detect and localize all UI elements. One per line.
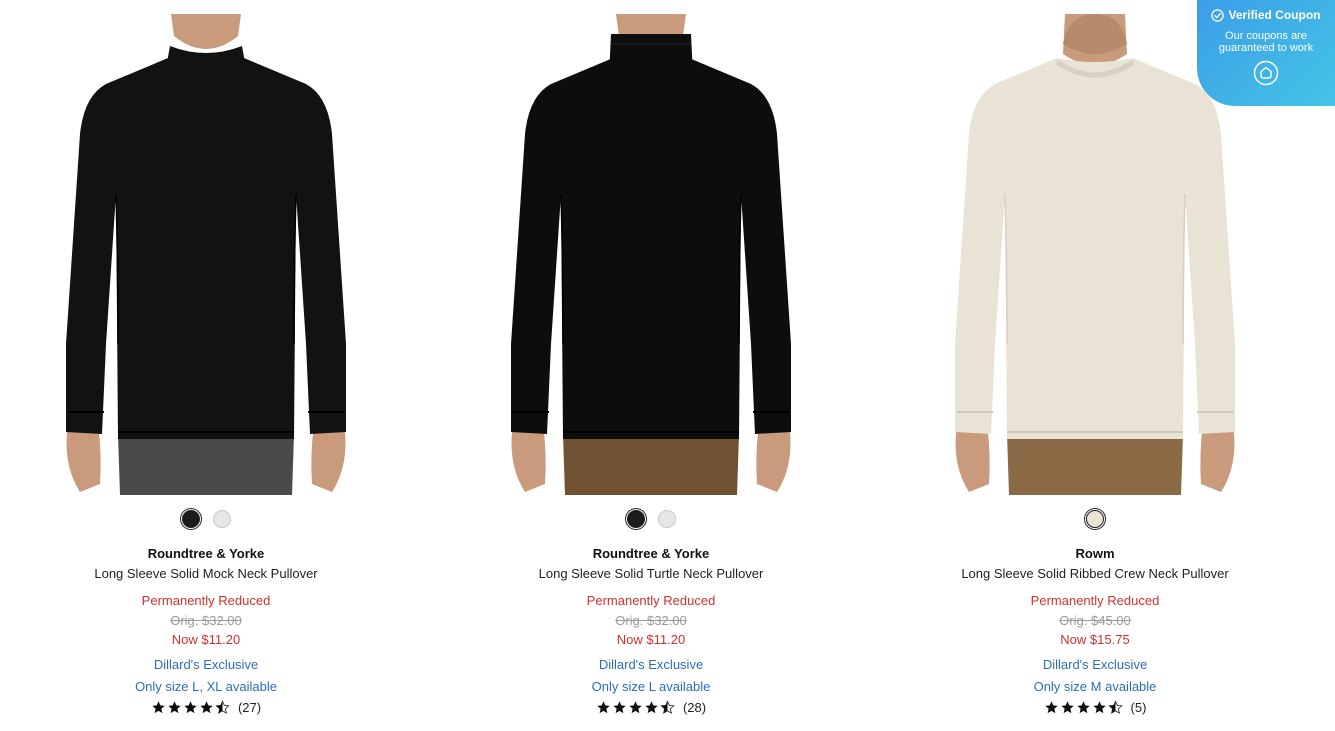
coupon-subtitle: Our coupons are guaranteed to work (1218, 30, 1314, 54)
product-brand[interactable]: Roundtree & Yorke (451, 546, 851, 561)
exclusive-badge: Dillard's Exclusive (598, 657, 704, 672)
product-card[interactable]: Rowm Long Sleeve Solid Ribbed Crew Neck … (895, 0, 1295, 731)
star-rating (596, 700, 675, 715)
product-name[interactable]: Long Sleeve Solid Ribbed Crew Neck Pullo… (895, 566, 1295, 581)
rating[interactable]: (27) (6, 700, 406, 715)
original-price: Orig. $32.00 (615, 613, 687, 628)
color-swatches (6, 510, 406, 528)
product-brand[interactable]: Rowm (895, 546, 1295, 561)
star-icon (152, 701, 165, 714)
color-swatch[interactable] (1086, 510, 1104, 528)
star-icon (645, 701, 658, 714)
original-price: Orig. $45.00 (1059, 613, 1131, 628)
review-count: (28) (682, 700, 707, 715)
verified-coupon-widget[interactable]: Verified Coupon Our coupons are guarante… (1197, 0, 1335, 106)
product-name[interactable]: Long Sleeve Solid Turtle Neck Pullover (451, 566, 851, 581)
product-card[interactable]: Roundtree & Yorke Long Sleeve Solid Mock… (6, 0, 406, 731)
star-icon (184, 701, 197, 714)
star-icon (597, 701, 610, 714)
rating[interactable]: (28) (451, 700, 851, 715)
check-circle-icon (1211, 8, 1225, 22)
price-status: Permanently Reduced (586, 593, 716, 608)
sale-price: Now $11.20 (616, 632, 686, 647)
exclusive-badge: Dillard's Exclusive (153, 657, 259, 672)
availability-text: Only size L available (591, 679, 711, 694)
half-star-icon (1107, 700, 1123, 714)
review-count: (27) (237, 700, 262, 715)
product-grid: Roundtree & Yorke Long Sleeve Solid Mock… (0, 0, 1335, 731)
product-image[interactable] (501, 14, 801, 495)
price-status: Permanently Reduced (1030, 593, 1160, 608)
star-icon (1076, 701, 1090, 714)
color-swatch[interactable] (657, 510, 676, 528)
star-icon (613, 701, 626, 714)
star-icon (1060, 701, 1074, 714)
coupon-title-row: Verified Coupon (1197, 8, 1335, 22)
star-icon (1044, 701, 1058, 714)
half-star-icon (660, 700, 675, 714)
coupon-title: Verified Coupon (1228, 8, 1321, 22)
half-star-icon (215, 700, 230, 714)
star-icon (200, 701, 213, 714)
star-icon (168, 701, 181, 714)
color-swatch[interactable] (626, 510, 645, 528)
availability-text: Only size L, XL available (135, 679, 277, 694)
review-count: (5) (1130, 700, 1147, 715)
color-swatch[interactable] (181, 510, 200, 528)
product-card[interactable]: Roundtree & Yorke Long Sleeve Solid Turt… (451, 0, 851, 731)
color-swatches (451, 510, 851, 528)
star-rating (151, 700, 230, 715)
original-price: Orig. $32.00 (170, 613, 242, 628)
star-rating (1044, 700, 1123, 715)
color-swatch[interactable] (212, 510, 231, 528)
product-image[interactable] (56, 14, 356, 495)
model-photo (511, 14, 791, 495)
sale-price: Now $11.20 (171, 632, 241, 647)
price-status: Permanently Reduced (141, 593, 271, 608)
exclusive-badge: Dillard's Exclusive (1042, 657, 1148, 672)
model-photo (66, 14, 346, 495)
star-icon (1092, 701, 1106, 714)
star-icon (629, 701, 642, 714)
sale-price: Now $15.75 (1060, 632, 1130, 647)
availability-text: Only size M available (1033, 679, 1157, 694)
rating[interactable]: (5) (895, 700, 1295, 715)
coupon-logo-icon[interactable] (1253, 60, 1279, 86)
product-name[interactable]: Long Sleeve Solid Mock Neck Pullover (6, 566, 406, 581)
color-swatches (895, 510, 1295, 528)
product-brand[interactable]: Roundtree & Yorke (6, 546, 406, 561)
